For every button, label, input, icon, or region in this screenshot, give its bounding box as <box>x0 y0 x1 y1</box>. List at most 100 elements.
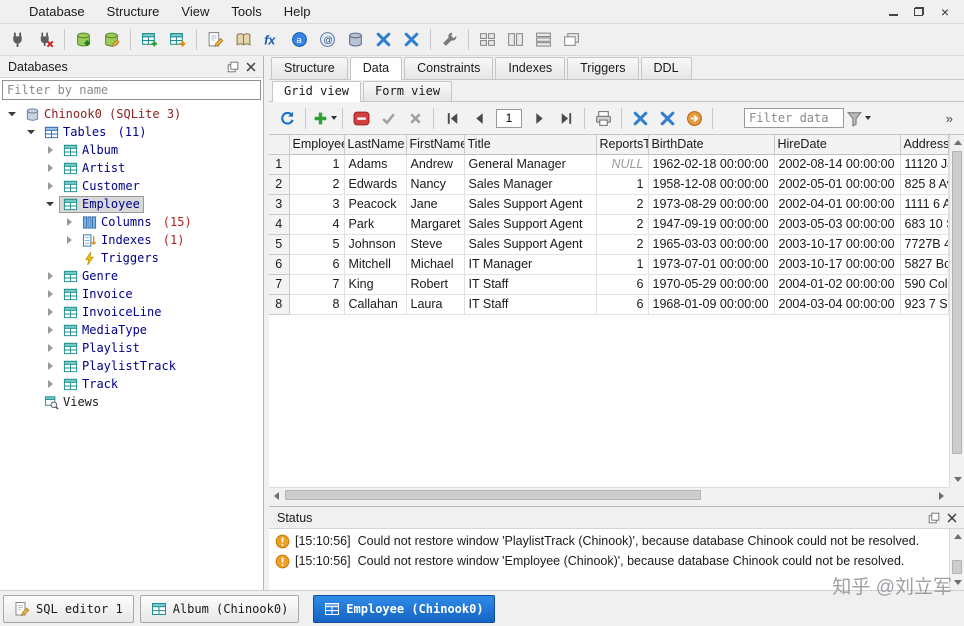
print-data-button[interactable] <box>590 106 616 131</box>
collapse-icon[interactable] <box>23 124 40 140</box>
minimize-button[interactable] <box>882 4 904 20</box>
grid-cell[interactable]: Laura <box>406 294 464 314</box>
insert-row-button[interactable] <box>311 106 337 131</box>
grid-cell[interactable]: 7 <box>289 274 344 294</box>
tree-item-artist[interactable]: Artist <box>0 159 263 177</box>
row-number[interactable]: 4 <box>269 214 289 234</box>
grid-cell[interactable]: 7727B 41 <box>900 234 948 254</box>
grid-cell[interactable]: 2 <box>596 194 648 214</box>
grid-cell[interactable]: 2 <box>289 174 344 194</box>
grid-cell[interactable]: NULL <box>596 154 648 174</box>
mdi-grid-windows-button[interactable] <box>474 27 501 53</box>
grid-cell[interactable]: 4 <box>289 214 344 234</box>
expand-icon[interactable] <box>42 178 59 194</box>
tree-item-columns[interactable]: Columns (15) <box>0 213 263 231</box>
row-number[interactable]: 1 <box>269 154 289 174</box>
grid-cell[interactable]: Johnson <box>344 234 406 254</box>
delete-row-button[interactable] <box>348 106 374 131</box>
collapse-icon[interactable] <box>4 106 21 122</box>
expand-icon[interactable] <box>61 232 78 248</box>
status-scroll-down-icon[interactable] <box>950 575 964 590</box>
row-number[interactable]: 6 <box>269 254 289 274</box>
disconnect-database-button[interactable] <box>32 27 59 53</box>
expand-icon[interactable] <box>42 142 59 158</box>
close-status-icon[interactable] <box>945 511 959 525</box>
tree-item-chinook0-sqlite-3[interactable]: Chinook0 (SQLite 3) <box>0 105 263 123</box>
float-status-icon[interactable] <box>927 511 941 525</box>
tree-filter-input[interactable] <box>2 80 261 100</box>
prev-page-button[interactable] <box>466 106 492 131</box>
tab-triggers[interactable]: Triggers <box>567 57 638 79</box>
grid-cell[interactable]: Sales Support Agent <box>464 234 596 254</box>
tab-data[interactable]: Data <box>350 57 402 80</box>
tree-item-indexes[interactable]: Indexes (1) <box>0 231 263 249</box>
fit-columns-button[interactable] <box>654 106 680 131</box>
expand-icon[interactable] <box>61 214 78 230</box>
edit-database-button[interactable] <box>98 27 125 53</box>
export-table-button[interactable] <box>164 27 191 53</box>
scroll-right-icon[interactable] <box>934 488 949 502</box>
expand-icon[interactable] <box>42 304 59 320</box>
tree-item-genre[interactable]: Genre <box>0 267 263 285</box>
column-header-address[interactable]: Address <box>900 135 948 154</box>
column-header-employeeid[interactable]: EmployeeId <box>289 135 344 154</box>
grid-cell[interactable]: 6 <box>596 274 648 294</box>
tree-item-views[interactable]: Views <box>0 393 263 411</box>
tab-structure[interactable]: Structure <box>271 57 348 79</box>
menu-item-tools[interactable]: Tools <box>220 0 272 23</box>
menu-item-database[interactable]: Database <box>18 0 96 23</box>
adjust-columns-button[interactable] <box>627 106 653 131</box>
tree-item-invoiceline[interactable]: InvoiceLine <box>0 303 263 321</box>
convert-database-button[interactable] <box>342 27 369 53</box>
tree-item-employee[interactable]: Employee <box>0 195 263 213</box>
tree-item-customer[interactable]: Customer <box>0 177 263 195</box>
grid-cell[interactable]: 1947-09-19 00:00:00 <box>648 214 774 234</box>
toolbar-overflow-icon[interactable]: » <box>940 111 959 126</box>
tree-item-track[interactable]: Track <box>0 375 263 393</box>
grid-cell[interactable]: 2004-03-04 00:00:00 <box>774 294 900 314</box>
grid-cell[interactable]: Andrew <box>406 154 464 174</box>
grid-cell[interactable]: 8 <box>289 294 344 314</box>
column-header-hiredate[interactable]: HireDate <box>774 135 900 154</box>
menu-item-structure[interactable]: Structure <box>96 0 171 23</box>
grid-cell[interactable]: 2003-10-17 00:00:00 <box>774 234 900 254</box>
expand-icon[interactable] <box>42 322 59 338</box>
grid-cell[interactable]: 1970-05-29 00:00:00 <box>648 274 774 294</box>
close-panel-icon[interactable] <box>244 60 258 74</box>
taskbar-employee-chinook0[interactable]: Employee (Chinook0) <box>313 595 494 623</box>
open-extension-manager-button[interactable]: @ <box>314 27 341 53</box>
tree-item-tables[interactable]: Tables (11) <box>0 123 263 141</box>
grid-cell[interactable]: 2002-05-01 00:00:00 <box>774 174 900 194</box>
data-filter-input[interactable] <box>744 108 844 128</box>
column-header-birthdate[interactable]: BirthDate <box>648 135 774 154</box>
scroll-up-icon[interactable] <box>950 135 964 150</box>
grid-cell[interactable]: 2 <box>596 234 648 254</box>
scroll-left-icon[interactable] <box>269 488 284 502</box>
import-data-button[interactable] <box>370 27 397 53</box>
tree-item-triggers[interactable]: Triggers <box>0 249 263 267</box>
taskbar-album-chinook0[interactable]: Album (Chinook0) <box>140 595 300 623</box>
expand-icon[interactable] <box>42 160 59 176</box>
open-function-editor-button[interactable]: fx <box>258 27 285 53</box>
column-header-reportsto[interactable]: ReportsTo <box>596 135 648 154</box>
menu-item-view[interactable]: View <box>170 0 220 23</box>
grid-cell[interactable]: General Manager <box>464 154 596 174</box>
status-scroll-thumb[interactable] <box>952 560 962 574</box>
mdi-horizontal-windows-button[interactable] <box>530 27 557 53</box>
view-tab-form-view[interactable]: Form view <box>363 81 452 101</box>
open-collation-editor-button[interactable]: a <box>286 27 313 53</box>
grid-cell[interactable]: Michael <box>406 254 464 274</box>
grid-cell[interactable]: IT Staff <box>464 294 596 314</box>
status-scroll-up-icon[interactable] <box>950 529 964 544</box>
row-number[interactable]: 2 <box>269 174 289 194</box>
expand-icon[interactable] <box>42 340 59 356</box>
grid-cell[interactable]: 6 <box>596 294 648 314</box>
row-number[interactable]: 3 <box>269 194 289 214</box>
grid-cell[interactable]: 1973-07-01 00:00:00 <box>648 254 774 274</box>
open-ddl-history-button[interactable] <box>230 27 257 53</box>
grid-cell[interactable]: Callahan <box>344 294 406 314</box>
expand-icon[interactable] <box>42 286 59 302</box>
restore-button[interactable] <box>908 4 930 20</box>
open-sql-editor-button[interactable] <box>202 27 229 53</box>
grid-cell[interactable]: 683 10 S <box>900 214 948 234</box>
